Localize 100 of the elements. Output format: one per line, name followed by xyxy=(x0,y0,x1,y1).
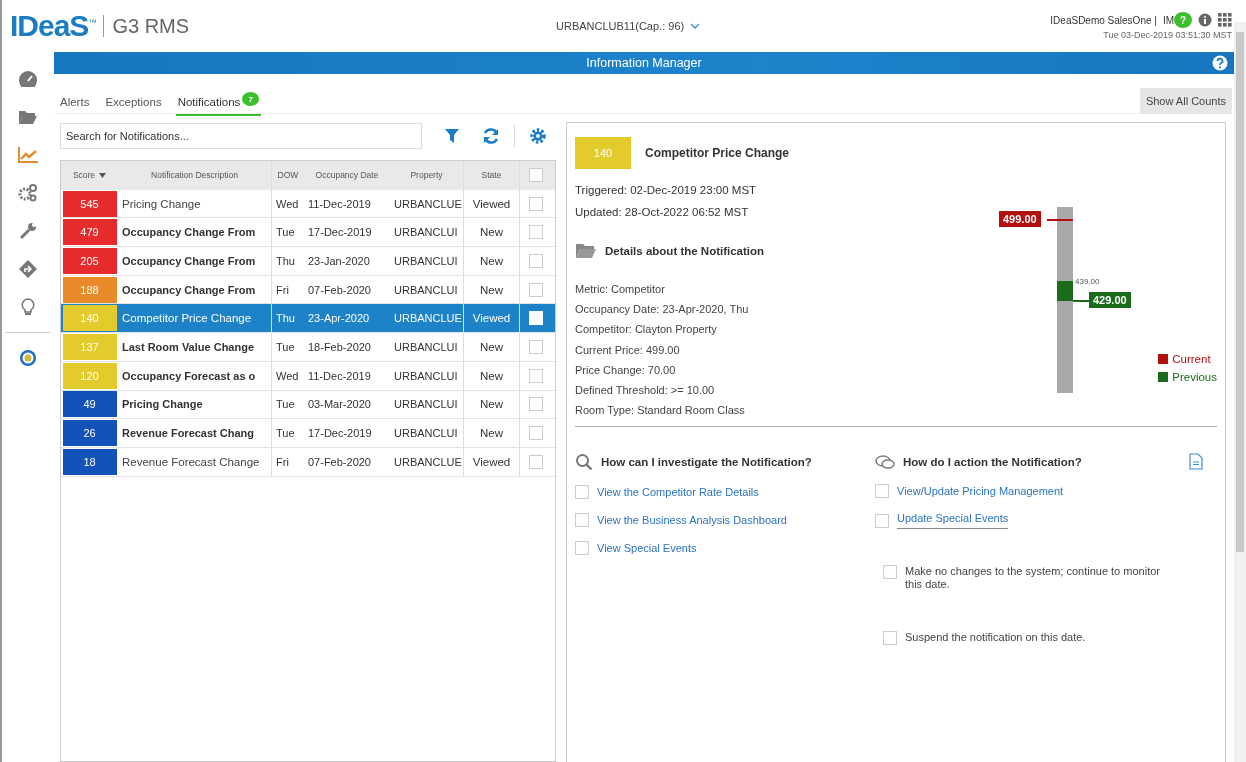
tab[interactable]: Notifications 7 xyxy=(175,96,262,116)
table-cell-text: Fri xyxy=(275,282,290,298)
logo: IDeaS$^{™}$ xyxy=(10,9,96,43)
score-badge: 205 xyxy=(62,247,117,274)
table-cell-text: Thu xyxy=(275,311,296,327)
action-link[interactable]: View the Competitor Rate Details xyxy=(597,486,759,499)
detail-line: Current Price: 499.00 xyxy=(575,342,681,358)
table-cell-text: Tue xyxy=(275,426,296,442)
current-price-label: 499.00 xyxy=(999,211,1041,227)
score-badge: 120 xyxy=(62,362,117,389)
table-cell-text: 18-Feb-2020 xyxy=(307,339,372,355)
table-cell: Occupancy Change From xyxy=(117,275,272,304)
row-checkbox[interactable] xyxy=(528,339,543,354)
table-cell-text: 17-Dec-2019 xyxy=(307,225,373,241)
property-selector[interactable]: URBANCLUB11(Cap.: 96) xyxy=(550,19,707,33)
detail-line: Defined Threshold: >= 10.00 xyxy=(575,383,716,398)
row-checkbox[interactable] xyxy=(528,454,543,469)
table-row[interactable]: 120 Occupancy Forecast as o Wed 11-Dec-2019 URBANCLUI New xyxy=(61,361,555,391)
table-cell: Occupancy Change From xyxy=(117,247,272,275)
detail-line: Metric: Competitor xyxy=(575,282,666,297)
table-cell: New xyxy=(464,333,520,361)
column-header[interactable]: Score xyxy=(61,161,117,190)
table-cell: URBANCLUE xyxy=(390,304,464,333)
column-header[interactable]: State xyxy=(464,161,520,190)
table-cell: Occupancy Change From xyxy=(117,218,272,247)
leader-line xyxy=(1047,219,1073,221)
tab[interactable]: Alerts xyxy=(58,96,92,116)
table-cell-text: 03-Mar-2020 xyxy=(307,397,372,413)
row-checkbox[interactable] xyxy=(528,397,543,412)
info-icon[interactable] xyxy=(1198,13,1212,27)
checkbox[interactable] xyxy=(575,541,589,556)
filter-icon[interactable] xyxy=(444,128,460,144)
table-row[interactable]: 26 Revenue Forecast Chang Tue 17-Dec-2019 URBANCLUI New xyxy=(61,419,555,448)
checkbox[interactable] xyxy=(883,631,897,646)
refresh-icon[interactable] xyxy=(482,127,500,145)
count-badge: 7 xyxy=(242,92,260,106)
action-link[interactable]: View the Business Analysis Dashboard xyxy=(597,514,787,527)
table-cell: New xyxy=(464,419,520,447)
checkbox[interactable] xyxy=(575,513,589,528)
table-cell: URBANCLUI xyxy=(390,218,464,247)
search-icon xyxy=(575,453,593,472)
table-cell: New xyxy=(464,218,520,247)
table-cell-text: Thu xyxy=(275,253,296,269)
user-name: IDeaSDemo SalesOne | xyxy=(1050,14,1157,26)
column-header[interactable]: Notification Description xyxy=(117,161,272,190)
column-header[interactable]: Property xyxy=(390,161,464,190)
action-link[interactable]: View/Update Pricing Management xyxy=(897,485,1064,498)
chevron-icon xyxy=(690,22,701,30)
table-row[interactable]: 18 Revenue Forecast Change Fri 07-Feb-2020 URBANCLUE Viewed xyxy=(61,447,555,477)
select-all-checkbox[interactable] xyxy=(528,168,543,183)
table-cell: Occupancy Forecast as o xyxy=(117,361,272,390)
table-cell: URBANCLUE xyxy=(390,189,464,218)
legend-label: Current xyxy=(1172,353,1211,365)
table-cell: URBANCLUI xyxy=(390,390,464,419)
row-checkbox[interactable] xyxy=(528,368,543,383)
score-badge: 545 xyxy=(62,190,117,217)
apps-grid-icon[interactable] xyxy=(1218,13,1232,27)
column-header[interactable]: DOW xyxy=(272,161,304,190)
settings-icon[interactable] xyxy=(529,127,547,145)
table-cell-text: 07-Feb-2020 xyxy=(307,282,372,298)
table-cell-text: 23-Jan-2020 xyxy=(307,253,371,269)
scrollbar[interactable] xyxy=(1234,22,1246,762)
row-checkbox[interactable] xyxy=(528,196,543,211)
checkbox[interactable] xyxy=(875,513,889,528)
table-cell-text: 23-Apr-2020 xyxy=(307,311,371,327)
table-cell: Last Room Value Change xyxy=(117,333,272,361)
row-checkbox[interactable] xyxy=(528,225,543,240)
table-cell: New xyxy=(464,390,520,419)
show-all-counts-button[interactable]: Show All Counts xyxy=(1139,88,1232,114)
table-row[interactable]: 205 Occupancy Change From Thu 23-Jan-2020 URBANCLUI New xyxy=(61,247,555,276)
document-icon[interactable] xyxy=(1189,453,1203,471)
table-cell: New xyxy=(464,275,520,304)
table-row[interactable]: 479 Occupancy Change From Tue 17-Dec-2019 URBANCLUI New xyxy=(61,218,555,248)
row-checkbox[interactable] xyxy=(528,253,543,268)
table-row[interactable]: 49 Pricing Change Tue 03-Mar-2020 URBANCLUI New xyxy=(61,390,555,420)
previous-price-label: 429.00 xyxy=(1089,292,1131,308)
table-row[interactable]: 545 Pricing Change Wed 11-Dec-2019 URBANCLUE Viewed xyxy=(61,189,555,219)
score-badge: 18 xyxy=(62,448,117,475)
search-field[interactable]: Search for Notifications... xyxy=(60,123,422,149)
product-name: G3 RMS xyxy=(103,15,190,37)
tab[interactable]: Exceptions xyxy=(103,96,164,116)
action-link[interactable]: Update Special Events xyxy=(897,512,1009,530)
table-row[interactable]: 140 Competitor Price Change Thu 23-Apr-2020 URBANCLUE Viewed xyxy=(61,304,555,334)
user-initials: IM xyxy=(1162,14,1174,26)
page-title: Information Manager xyxy=(586,56,702,70)
table-cell: URBANCLUI xyxy=(390,247,464,275)
table-cell: Revenue Forecast Chang xyxy=(117,419,272,447)
checkbox[interactable] xyxy=(575,485,589,500)
help-icon[interactable] xyxy=(1212,55,1228,71)
row-checkbox[interactable] xyxy=(528,282,543,297)
updated-time: Updated: 28-Oct-2022 06:52 MST xyxy=(575,205,750,220)
row-checkbox[interactable] xyxy=(528,426,543,441)
column-header[interactable]: Occupancy Date xyxy=(304,161,390,190)
checkbox[interactable] xyxy=(875,484,889,499)
table-cell: Competitor Price Change xyxy=(117,304,272,333)
table-cell: URBANCLUE xyxy=(390,447,464,476)
table-row[interactable]: 137 Last Room Value Change Tue 18-Feb-2020 URBANCLUI New xyxy=(61,333,555,362)
table-cell-text: 07-Feb-2020 xyxy=(307,454,372,470)
checkbox[interactable] xyxy=(883,565,897,580)
action-link[interactable]: View Special Events xyxy=(597,542,697,555)
